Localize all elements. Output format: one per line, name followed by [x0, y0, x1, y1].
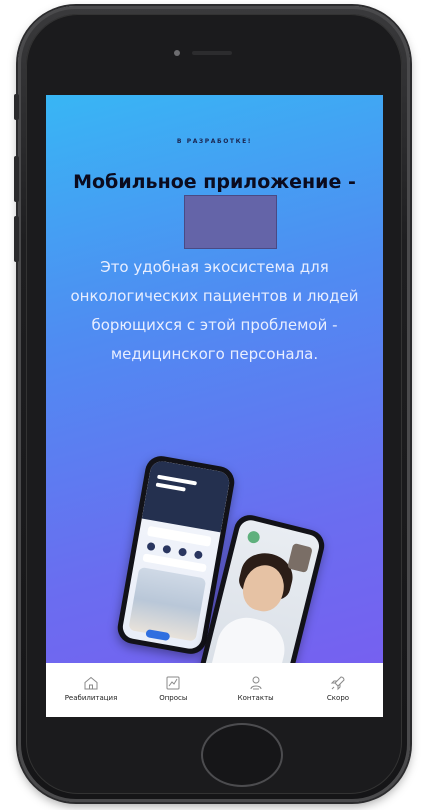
- tab-rehabilitation[interactable]: Реабилитация: [52, 675, 130, 702]
- earpiece-speaker: [192, 51, 232, 55]
- home-button[interactable]: [201, 723, 283, 787]
- tab-label: Контакты: [237, 694, 274, 702]
- rocket-icon: [330, 676, 345, 691]
- chart-icon: [166, 676, 180, 690]
- front-camera: [174, 50, 180, 56]
- mute-switch: [14, 94, 19, 120]
- preview-pip-video: [287, 542, 313, 574]
- tab-label: Скоро: [326, 694, 350, 702]
- tab-label: Опросы: [159, 694, 188, 702]
- preview-category-icon: [193, 550, 203, 560]
- person-icon: [250, 676, 262, 690]
- preview-doctor-photo: [128, 566, 207, 642]
- preview-category-icon: [177, 547, 188, 557]
- page-title: Мобильное приложение -: [73, 171, 356, 193]
- volume-down-button: [14, 216, 19, 262]
- device-mockup-stage: В РАЗРАБОТКЕ! Мобильное приложение - Это…: [0, 0, 429, 810]
- tab-surveys[interactable]: Опросы: [134, 675, 212, 702]
- preview-header: [141, 459, 232, 533]
- app-screen: В РАЗРАБОТКЕ! Мобильное приложение - Это…: [46, 95, 383, 717]
- tab-label: Реабилитация: [64, 694, 118, 702]
- volume-up-button: [14, 156, 19, 202]
- tab-coming-soon[interactable]: Скоро: [299, 675, 377, 702]
- hero-description: Это удобная экосистема для онкологически…: [70, 258, 359, 363]
- tab-contacts[interactable]: Контакты: [217, 675, 295, 702]
- bottom-tab-bar: Реабилитация Опросы Контакты Скоро: [46, 663, 383, 717]
- home-icon: [84, 676, 98, 690]
- preview-category-icon: [162, 544, 172, 554]
- status-eyebrow: В РАЗРАБОТКЕ!: [176, 138, 253, 145]
- preview-call-button: [246, 529, 261, 545]
- preview-category-icon: [146, 541, 156, 552]
- redacted-app-name: [184, 195, 277, 249]
